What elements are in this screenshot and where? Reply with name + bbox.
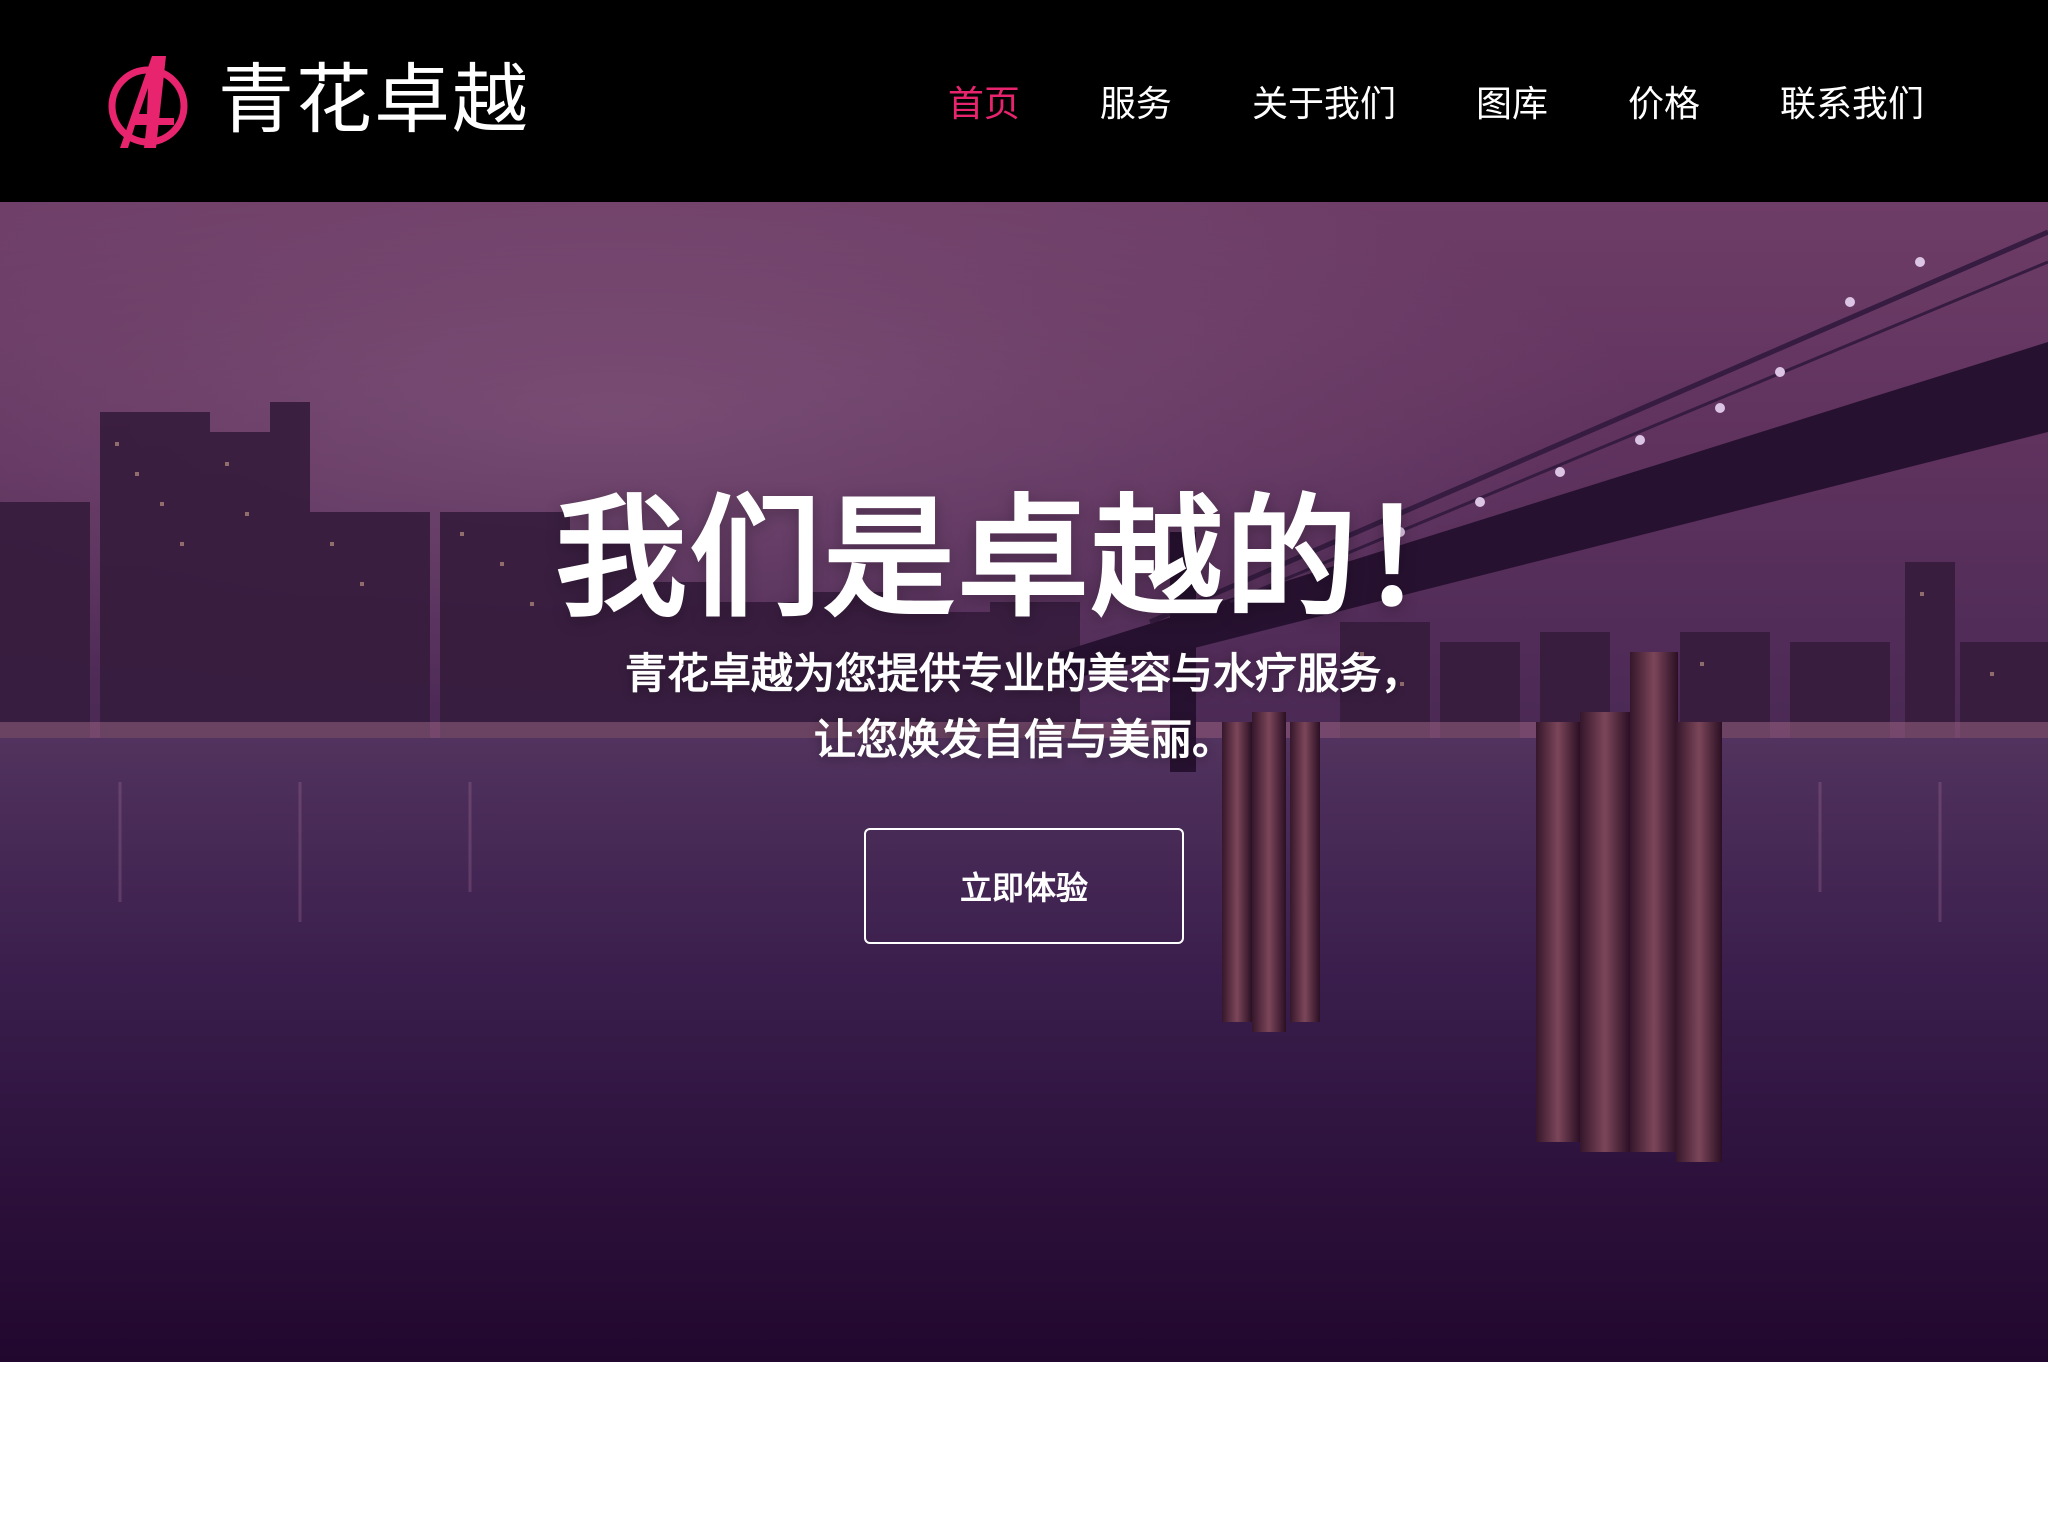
nav-item-pricing[interactable]: 价格 — [1628, 75, 1700, 127]
site-header: 青花卓越 首页 服务 关于我们 图库 价格 联系我们 — [0, 0, 2048, 202]
try-now-button[interactable]: 立即体验 — [864, 828, 1184, 944]
brand-name: 青花卓越 — [218, 55, 530, 144]
hero-subtitle-line-1: 青花卓越为您提供专业的美容与水疗服务， — [624, 649, 1423, 698]
hero-content: 我们是卓越的！ 青花卓越为您提供专业的美容与水疗服务， 让您焕发自信与美丽。 立… — [0, 202, 2048, 1362]
hero-title: 我们是卓越的！ — [555, 482, 1493, 636]
brand-logo[interactable]: 青花卓越 — [106, 48, 530, 152]
main-nav: 首页 服务 关于我们 图库 价格 联系我们 — [868, 0, 1924, 202]
avengers-a-logo-icon — [108, 56, 188, 148]
nav-item-gallery[interactable]: 图库 — [1476, 75, 1548, 127]
nav-item-services[interactable]: 服务 — [1100, 75, 1172, 127]
hero-section: 我们是卓越的！ 青花卓越为您提供专业的美容与水疗服务， 让您焕发自信与美丽。 立… — [0, 202, 2048, 1362]
nav-item-contact[interactable]: 联系我们 — [1780, 75, 1924, 127]
nav-item-about[interactable]: 关于我们 — [1252, 75, 1396, 127]
hero-subtitle-line-2: 让您焕发自信与美丽。 — [813, 715, 1234, 764]
nav-item-home[interactable]: 首页 — [948, 75, 1020, 127]
